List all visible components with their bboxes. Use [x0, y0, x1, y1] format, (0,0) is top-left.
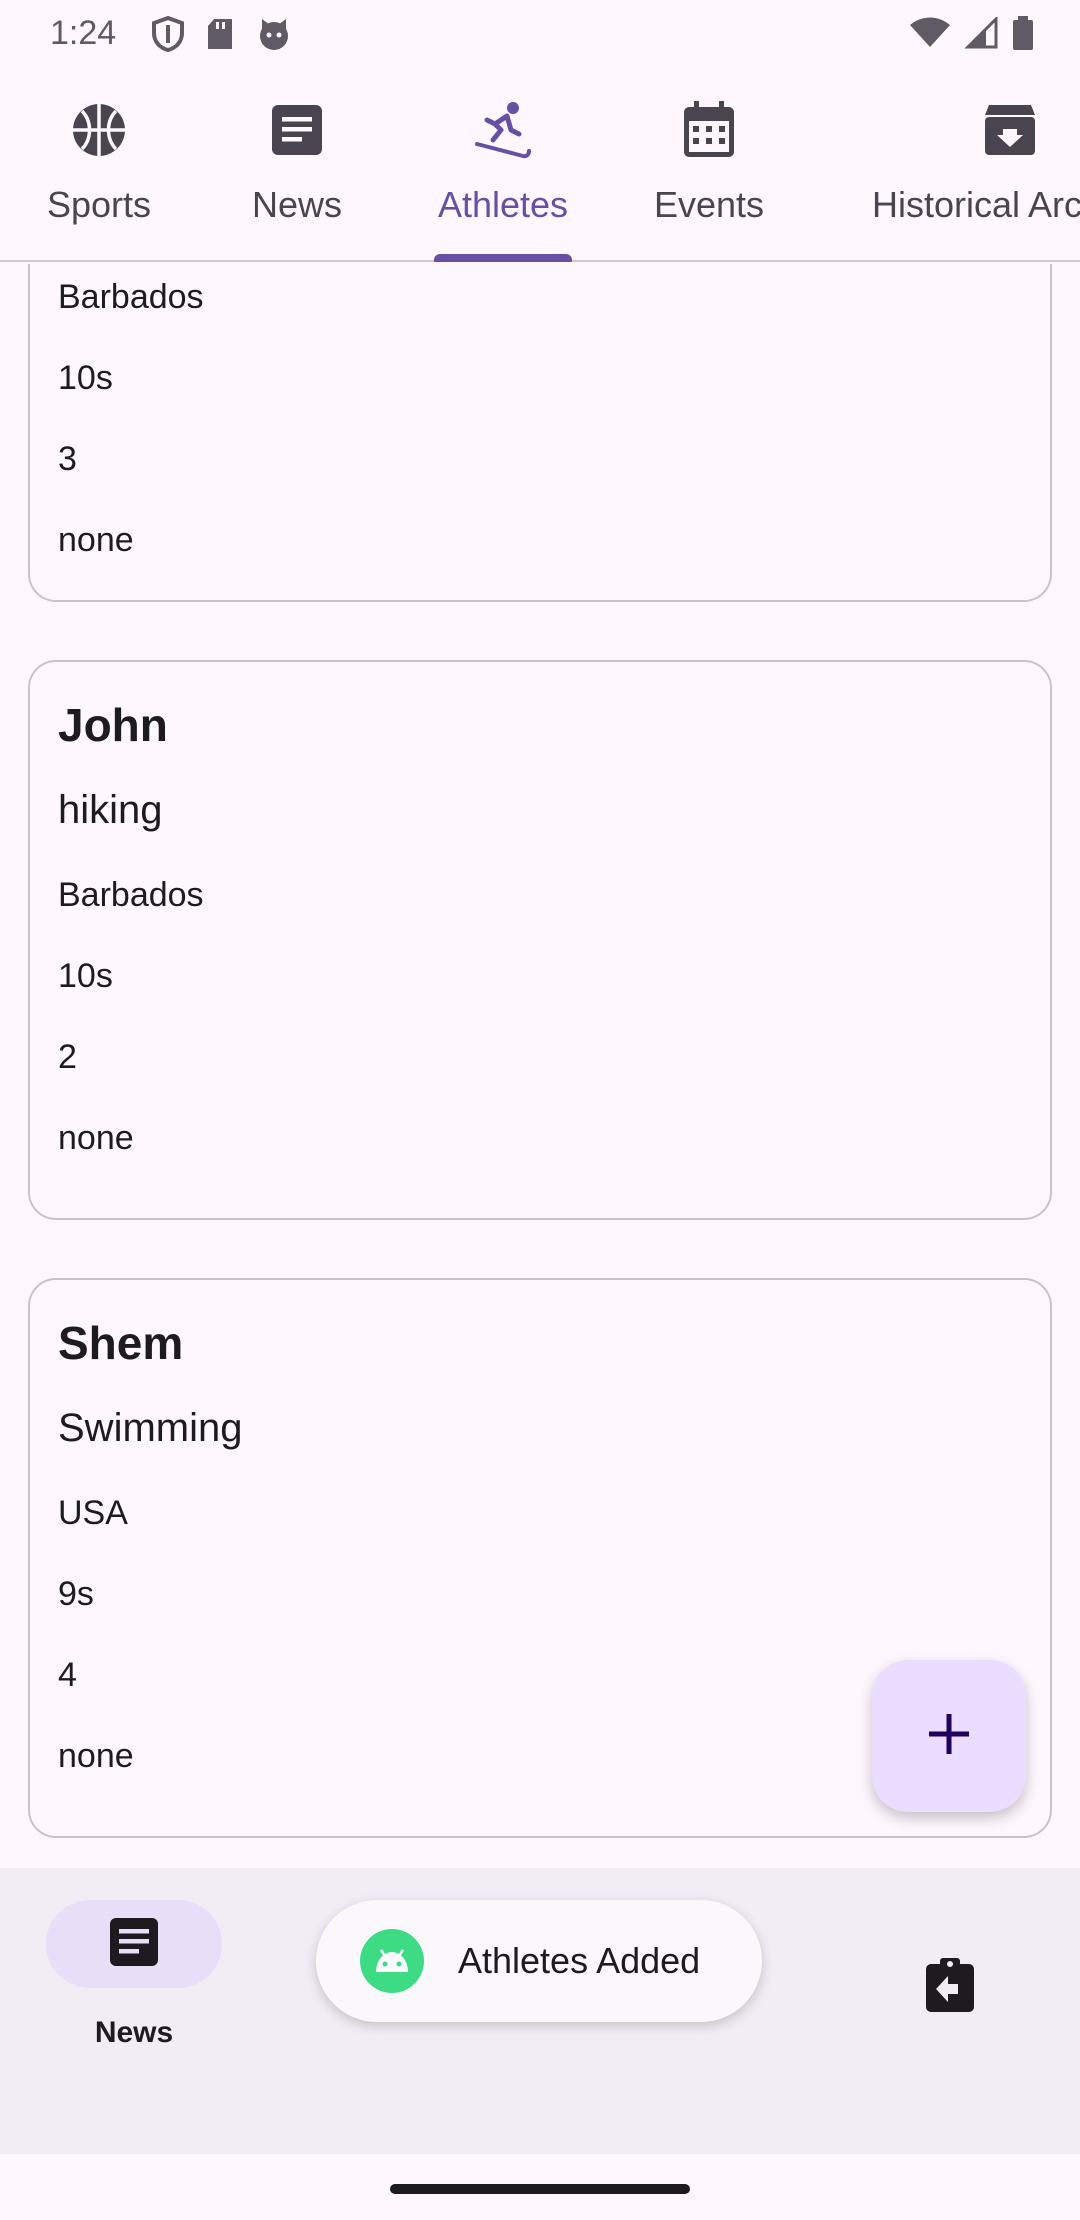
- tab-label: Historical Archive: [871, 184, 1080, 225]
- wifi-icon: [910, 17, 950, 54]
- archive-icon: [978, 98, 1042, 162]
- signal-icon: [964, 15, 998, 54]
- tab-label: Athletes: [437, 184, 569, 225]
- android-icon: [360, 1929, 424, 1993]
- plus-icon: [927, 1712, 971, 1761]
- athlete-country: Barbados: [58, 278, 204, 316]
- active-tab-indicator: [434, 254, 572, 262]
- basketball-icon: [67, 98, 131, 162]
- tab-events[interactable]: Events: [642, 66, 776, 262]
- bottom-nav-clipboard[interactable]: [910, 1948, 990, 2028]
- nav-label: News: [94, 2016, 174, 2049]
- athletes-list[interactable]: Barbados 10s 3 none John hiking Barbados…: [0, 264, 1080, 1868]
- athlete-sport: hiking: [58, 788, 163, 832]
- skiing-person-icon: [471, 98, 535, 162]
- athlete-name: John: [58, 699, 168, 751]
- tab-historical-archive[interactable]: Historical Archive: [840, 66, 1080, 262]
- athlete-rank: 4: [58, 1656, 77, 1694]
- tab-sports[interactable]: Sports: [28, 66, 170, 262]
- athlete-sport: Swimming: [58, 1406, 243, 1450]
- tab-label: Sports: [46, 184, 152, 225]
- article-icon: [108, 1916, 160, 1973]
- clipboard-arrow-icon: [924, 1957, 976, 2019]
- athlete-card[interactable]: Barbados 10s 3 none: [28, 264, 1052, 602]
- toast-message: Athletes Added: [316, 1900, 762, 2022]
- athlete-notes: none: [58, 1119, 134, 1157]
- athlete-card[interactable]: John hiking Barbados 10s 2 none: [28, 660, 1052, 1220]
- athlete-time: 10s: [58, 359, 113, 397]
- athlete-rank: 3: [58, 440, 77, 478]
- article-icon: [265, 98, 329, 162]
- athlete-time: 10s: [58, 957, 113, 995]
- toast-text: Athletes Added: [458, 1940, 701, 1981]
- home-gesture-handle[interactable]: [390, 2184, 690, 2194]
- athlete-notes: none: [58, 1737, 134, 1775]
- gesture-navigation-area: [0, 2154, 1080, 2220]
- active-nav-indicator: [46, 1900, 222, 1988]
- screen: 1:24 Sports News Athletes Events Histori…: [0, 0, 1080, 2220]
- athlete-country: USA: [58, 1494, 128, 1532]
- tab-label: Events: [653, 184, 765, 225]
- tab-label: News: [251, 184, 343, 225]
- status-bar: 1:24: [0, 0, 1080, 66]
- tab-news[interactable]: News: [236, 66, 358, 262]
- status-time: 1:24: [50, 14, 117, 52]
- athlete-notes: none: [58, 521, 134, 559]
- athlete-country: Barbados: [58, 876, 204, 914]
- add-athlete-button[interactable]: [872, 1660, 1026, 1812]
- shield-icon: [152, 15, 184, 57]
- calendar-icon: [677, 98, 741, 162]
- athlete-rank: 2: [58, 1038, 77, 1076]
- athlete-time: 9s: [58, 1575, 94, 1613]
- top-tab-bar: Sports News Athletes Events Historical A…: [0, 66, 1080, 262]
- tab-athletes[interactable]: Athletes: [420, 66, 586, 262]
- bottom-nav-news[interactable]: News: [46, 1900, 222, 2050]
- cat-face-icon: [256, 17, 292, 56]
- athlete-name: Shem: [58, 1317, 184, 1369]
- sd-card-icon: [206, 17, 234, 56]
- battery-icon: [1012, 16, 1034, 55]
